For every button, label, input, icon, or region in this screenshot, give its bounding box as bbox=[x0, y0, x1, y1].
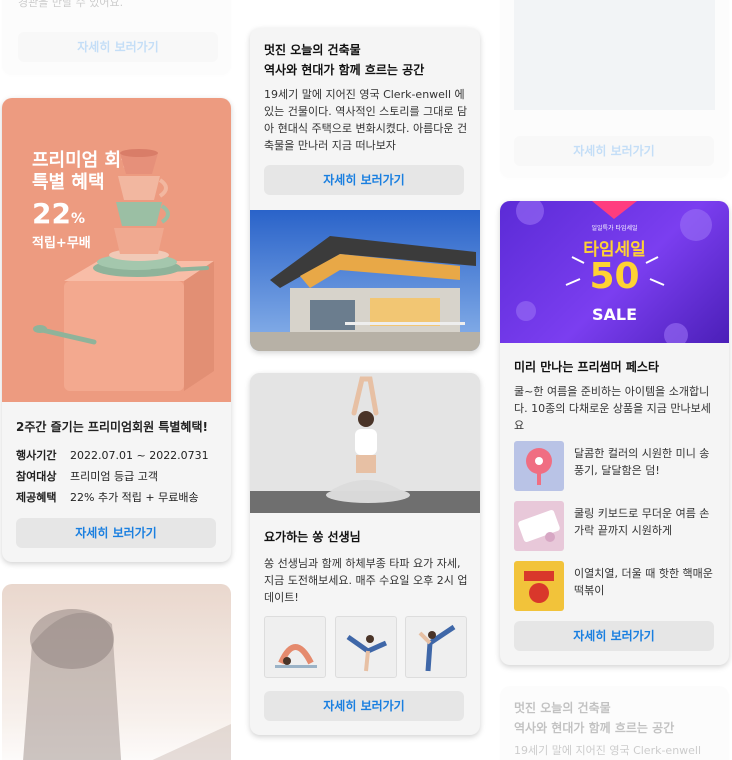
premium-banner-image: 프리미엄 회원 특별 혜택 22% 적립+무배 bbox=[2, 98, 231, 402]
time-sale-banner: 일일특가 타임세일 타임세일 50 SALE bbox=[500, 201, 729, 343]
product-text: 쿨링 키보드로 무더운 여름 손가락 끝까지 시원하게 bbox=[574, 507, 710, 537]
card-desc: 쿨~한 여름을 준비하는 아이템을 소개합니다. 10종의 다채로운 상품을 지… bbox=[514, 385, 711, 432]
detail-button[interactable]: 자세히 보러가기 bbox=[264, 165, 464, 195]
tteokbokki-image bbox=[514, 561, 564, 611]
product-item[interactable]: 쿨링 키보드로 무더운 여름 손가락 끝까지 시원하게 bbox=[514, 501, 719, 551]
faded-card-top-left: 경관을 만날 수 있어요. 자세히 보러가기 bbox=[2, 0, 231, 75]
yoga-pose-thumb[interactable] bbox=[264, 616, 326, 678]
mini-fan-image bbox=[514, 441, 564, 491]
detail-button[interactable]: 자세히 보러가기 bbox=[16, 518, 216, 548]
card-desc: 19세기 말에 지어진 영국 Clerk-enwell bbox=[514, 744, 702, 757]
product-text: 달콤한 컬러의 시원한 미니 송풍기, 달달함은 덤! bbox=[574, 447, 710, 477]
cups-illustration bbox=[33, 149, 214, 391]
info-row-benefit: 제공혜택 22% 추가 적립 + 무료배송 bbox=[16, 491, 199, 504]
banner-sale: SALE bbox=[591, 305, 638, 324]
detail-button[interactable]: 자세히 보러가기 bbox=[264, 691, 464, 721]
architecture-card: 멋진 오늘의 건축물 역사와 현대가 함께 흐르는 공간 19세기 말에 지어진 … bbox=[250, 28, 480, 351]
yoga-thumbnails bbox=[264, 616, 467, 678]
card-desc: 쏭 선생님과 함께 하체부종 타파 요가 자세, 지금 도전해보세요. 매주 수… bbox=[264, 557, 468, 604]
product-item[interactable]: 달콤한 컬러의 시원한 미니 송풍기, 달달함은 덤! bbox=[514, 441, 719, 491]
banner-number: 50 bbox=[589, 256, 640, 297]
product-item[interactable]: 이열치열, 더울 때 핫한 핵매운 떡볶이 bbox=[514, 561, 719, 611]
card-title: 멋진 오늘의 건축물 역사와 현대가 함께 흐르는 공간 bbox=[514, 701, 675, 735]
detail-button[interactable]: 자세히 보러가기 bbox=[18, 32, 218, 62]
yoga-pose-photo bbox=[250, 373, 480, 513]
card-title: 멋진 오늘의 건축물 역사와 현대가 함께 흐르는 공간 bbox=[264, 43, 425, 77]
card-title: 미리 만나는 프리썸머 페스타 bbox=[514, 360, 660, 374]
yoga-pose-thumb[interactable] bbox=[334, 616, 397, 678]
info-row-period: 행사기간 2022.07.01 ~ 2022.0731 bbox=[16, 449, 209, 462]
interior-photo bbox=[514, 0, 715, 110]
modern-house-photo bbox=[250, 210, 480, 351]
product-text: 이열치열, 더울 때 핫한 핵매운 떡볶이 bbox=[574, 567, 713, 597]
banner-small: 일일특가 타임세일 bbox=[591, 225, 638, 232]
stone-statue-image bbox=[23, 609, 231, 760]
info-row-target: 참여대상 프리미엄 등급 고객 bbox=[16, 470, 158, 483]
summer-festa-card: 일일특가 타임세일 타임세일 50 SALE 미리 만나는 프리썸머 페스타 쿨… bbox=[500, 201, 729, 665]
card-desc: 19세기 말에 지어진 영국 Clerk-enwell 에 있는 건물이다. 역… bbox=[264, 88, 468, 152]
premium-benefit-card: 프리미엄 회원 특별 혜택 22% 적립+무배 2주간 즐기는 프리미엄회원 특별… bbox=[2, 98, 231, 562]
faded-card-bottom-right: 멋진 오늘의 건축물 역사와 현대가 함께 흐르는 공간 19세기 말에 지어진 … bbox=[500, 686, 729, 760]
keyboard-image bbox=[514, 501, 564, 551]
detail-button[interactable]: 자세히 보러가기 bbox=[514, 136, 714, 166]
card-title: 요가하는 쏭 선생님 bbox=[264, 530, 361, 544]
faded-card-bottom-left bbox=[2, 584, 231, 760]
yoga-pose-thumb[interactable] bbox=[405, 616, 467, 678]
premium-heading: 2주간 즐기는 프리미엄회원 특별혜택! bbox=[16, 420, 208, 434]
detail-button[interactable]: 자세히 보러가기 bbox=[514, 621, 714, 651]
yoga-card: 요가하는 쏭 선생님 쏭 선생님과 함께 하체부종 타파 요가 자세, 지금 도… bbox=[250, 373, 480, 735]
faded-card-top-right: 자세히 보러가기 bbox=[500, 0, 729, 178]
card-desc: 경관을 만날 수 있어요. bbox=[18, 0, 124, 9]
